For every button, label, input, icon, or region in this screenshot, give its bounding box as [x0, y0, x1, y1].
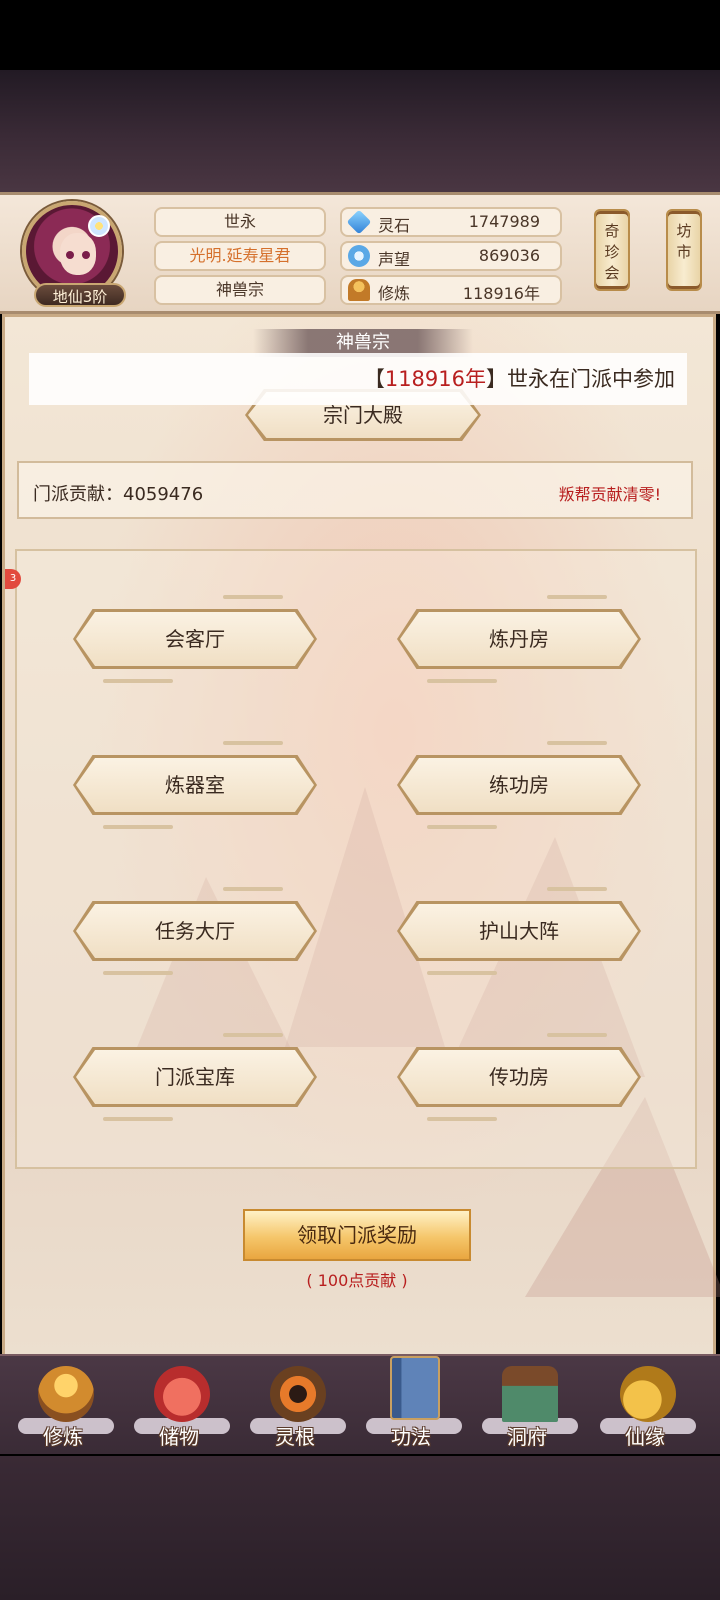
bottom-nav: 修炼 储物 灵根 功法 洞府 仙缘 [0, 1354, 720, 1454]
room-label: 会客厅 [165, 627, 225, 651]
room-button[interactable]: 练功房 [397, 741, 641, 829]
ticker-highlight: 118916年 [384, 367, 486, 391]
stat-value: 1747989 [468, 212, 540, 231]
nav-label: 储物 [159, 1425, 199, 1449]
cloud-ornament [427, 971, 497, 975]
cloud-ornament [103, 679, 173, 683]
stat-cultivation: 修炼 118916年 [340, 275, 562, 305]
stat-value: 869036 [478, 246, 540, 265]
stat-value: 118916年 [462, 284, 540, 303]
nav-storage[interactable]: 储物 [124, 1356, 234, 1456]
cloud-ornament [103, 1117, 173, 1121]
contribution-text: 门派贡献：4059476 [33, 480, 203, 506]
treasure-fair-label: 奇珍会 [604, 222, 620, 282]
nav-technique[interactable]: 功法 [356, 1356, 466, 1456]
nav-label: 仙缘 [625, 1425, 665, 1449]
immortal-fate-icon [620, 1366, 676, 1422]
technique-book-icon [390, 1356, 440, 1420]
market-button[interactable]: 坊市 [666, 209, 702, 291]
sect-panel: 神兽宗 【118916年】世永在门派中参加 宗门大殿 门派贡献：4059476 … [2, 314, 720, 1358]
stat-label: 声望 [378, 250, 411, 269]
top-decor-band [0, 70, 720, 196]
room-label: 炼丹房 [489, 627, 549, 651]
nav-label: 修炼 [43, 1425, 83, 1449]
room-button[interactable]: 任务大厅 [73, 887, 317, 975]
claim-reward-button[interactable]: 领取门派奖励 [243, 1209, 471, 1261]
cloud-ornament [223, 1033, 283, 1037]
nav-cave-house[interactable]: 洞府 [472, 1356, 582, 1456]
cave-house-icon [502, 1366, 558, 1422]
room-label: 任务大厅 [155, 919, 235, 943]
stat-label: 灵石 [378, 216, 411, 235]
contribution-value: 4059476 [123, 484, 204, 505]
room-label: 练功房 [489, 773, 549, 797]
ticker-close-bracket: 】 [486, 367, 507, 391]
cloud-ornament [223, 741, 283, 745]
cloud-ornament [547, 595, 607, 599]
cloud-ornament [547, 887, 607, 891]
room-button[interactable]: 炼丹房 [397, 595, 641, 683]
room-button[interactable]: 门派宝库 [73, 1033, 317, 1121]
spirit-stone-icon [346, 209, 372, 235]
ticker-open-bracket: 【 [363, 367, 385, 391]
market-label: 坊市 [676, 222, 692, 261]
player-sect: 神兽宗 [154, 275, 326, 305]
hair-flower-icon [88, 215, 110, 237]
bottom-decor-band [0, 1456, 720, 1600]
room-button[interactable]: 会客厅 [73, 595, 317, 683]
claim-cost-label: ( 100点贡献 ) [306, 1271, 408, 1290]
player-title: 光明.延寿星君 [154, 241, 326, 271]
nav-label: 功法 [391, 1425, 431, 1449]
ticker-text: 世永在门派中参加 [507, 367, 675, 391]
contribution-bar: 门派贡献：4059476 叛帮贡献清零! [17, 461, 693, 519]
room-label: 门派宝库 [155, 1065, 235, 1089]
room-label: 炼器室 [165, 773, 225, 797]
avatar-eye-left [66, 251, 74, 259]
nav-label: 灵根 [275, 1425, 315, 1449]
stat-label: 修炼 [378, 284, 411, 303]
cloud-ornament [427, 1117, 497, 1121]
cloud-ornament [223, 887, 283, 891]
stat-reputation: 声望 869036 [340, 241, 562, 271]
nav-cultivate[interactable]: 修炼 [8, 1356, 118, 1456]
room-button[interactable]: 炼器室 [73, 741, 317, 829]
cloud-ornament [547, 1033, 607, 1037]
room-label: 传功房 [489, 1065, 549, 1089]
contribution-label: 门派贡献： [33, 484, 123, 505]
avatar[interactable]: 地仙3阶 [18, 199, 130, 311]
player-name: 世永 [154, 207, 326, 237]
cultivate-icon [38, 1366, 94, 1422]
cultivation-icon [348, 279, 370, 301]
status-bar-area [0, 0, 720, 70]
cloud-ornament [103, 825, 173, 829]
room-button[interactable]: 护山大阵 [397, 887, 641, 975]
nav-spirit-root[interactable]: 灵根 [240, 1356, 350, 1456]
treasure-fair-button[interactable]: 奇珍会 [594, 209, 630, 291]
room-label: 护山大阵 [479, 919, 559, 943]
rank-badge: 地仙3阶 [34, 283, 126, 307]
cloud-ornament [547, 741, 607, 745]
cloud-ornament [427, 679, 497, 683]
contribution-warning: 叛帮贡献清零! [558, 485, 661, 504]
nav-label: 洞府 [507, 1425, 547, 1449]
reputation-icon [348, 245, 370, 267]
player-header: 地仙3阶 世永 光明.延寿星君 神兽宗 灵石 1747989 声望 869036… [0, 192, 720, 314]
announcement-ticker: 【118916年】世永在门派中参加 [29, 353, 687, 405]
stat-spirit-stone: 灵石 1747989 [340, 207, 562, 237]
storage-bag-icon [154, 1366, 210, 1422]
room-button[interactable]: 传功房 [397, 1033, 641, 1121]
cloud-ornament [103, 971, 173, 975]
cloud-ornament [427, 825, 497, 829]
cloud-ornament [223, 595, 283, 599]
nav-immortal-fate[interactable]: 仙缘 [590, 1356, 700, 1456]
spirit-root-icon [270, 1366, 326, 1422]
avatar-eye-right [82, 251, 90, 259]
